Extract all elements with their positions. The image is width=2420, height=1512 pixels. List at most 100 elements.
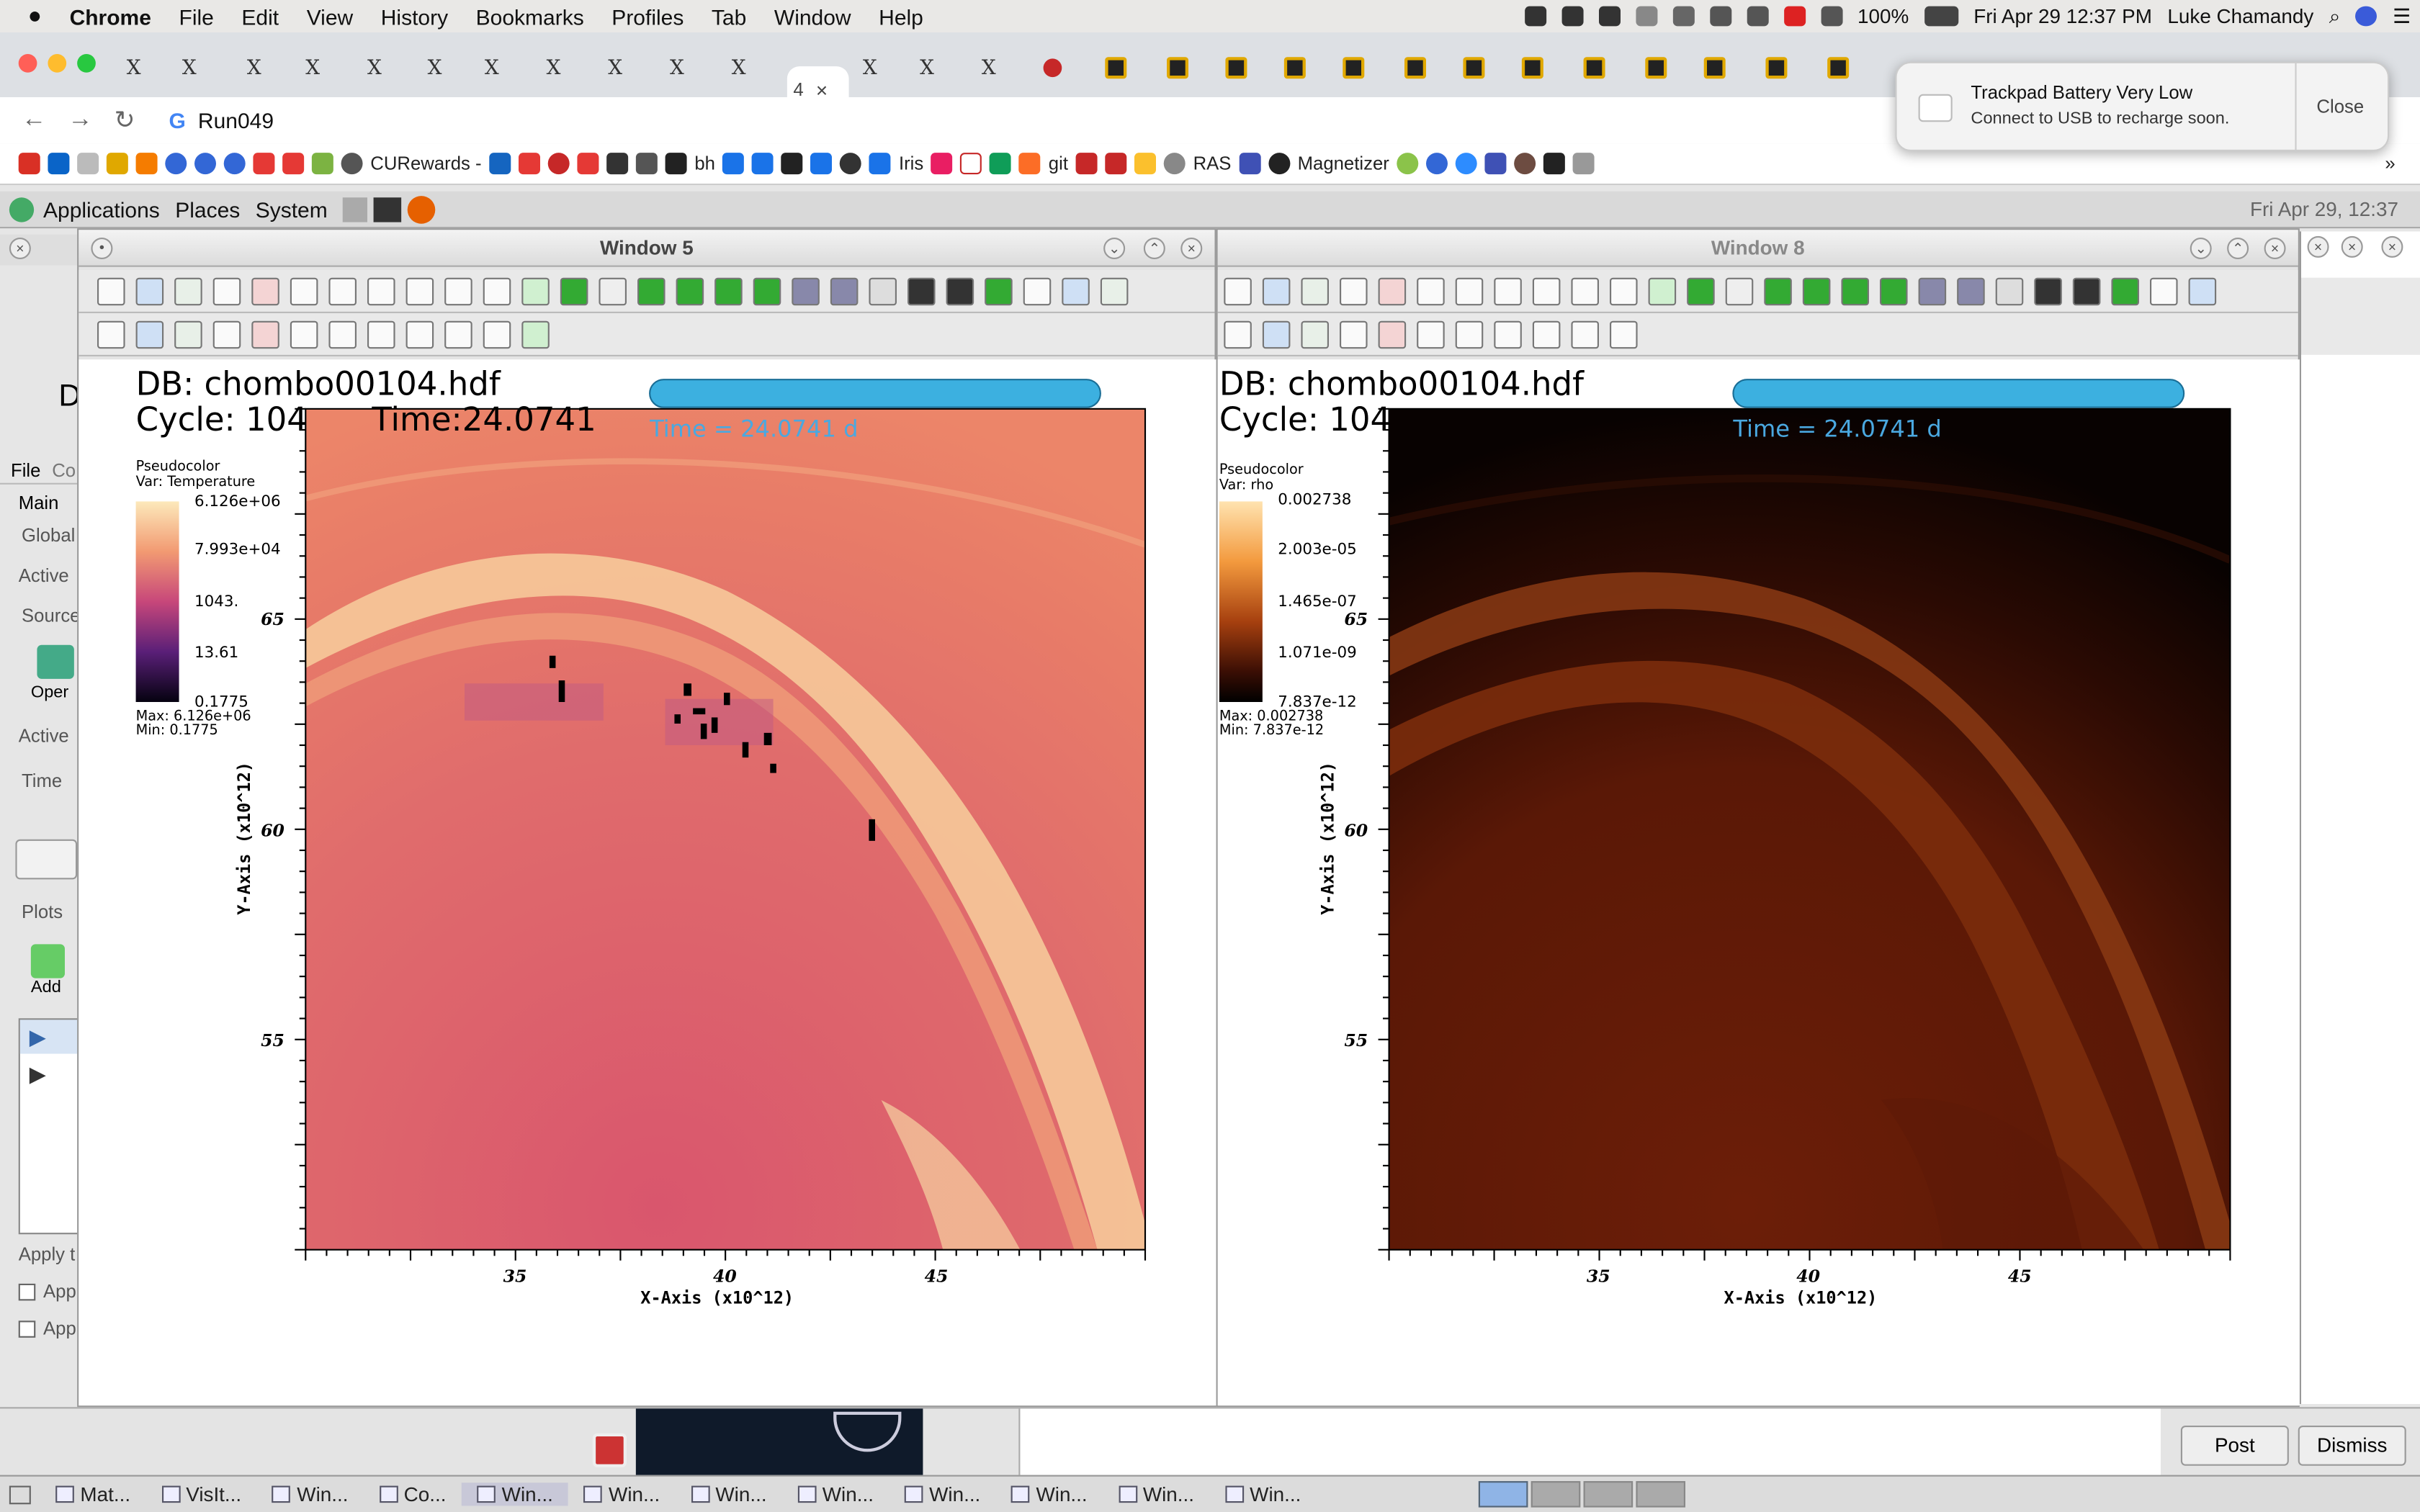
- wifi-icon[interactable]: [1746, 6, 1768, 27]
- toolbar-button-icon[interactable]: [251, 320, 279, 349]
- toolbar-button-icon[interactable]: [1648, 277, 1677, 306]
- bookmark-icon[interactable]: [810, 153, 833, 175]
- taskbar-item[interactable]: Co...: [364, 1482, 462, 1506]
- toolbar-button-icon[interactable]: [985, 277, 1013, 306]
- bookmark-ras[interactable]: RAS: [1193, 153, 1232, 174]
- browser-tab[interactable]: [1037, 51, 1062, 85]
- browser-tab[interactable]: X: [120, 51, 141, 85]
- bookmark-icon[interactable]: [194, 153, 216, 175]
- browser-tab[interactable]: X: [300, 51, 320, 85]
- bookmark-iris[interactable]: Iris: [899, 153, 923, 174]
- bookmark-icon[interactable]: [722, 153, 745, 175]
- browser-tab[interactable]: [1760, 51, 1788, 85]
- control-center-icon[interactable]: ☰: [2393, 4, 2411, 28]
- spotlight-icon[interactable]: ⌕: [2329, 4, 2341, 28]
- toolbar-button-icon[interactable]: [290, 277, 318, 306]
- bookmark-icon[interactable]: [165, 153, 187, 175]
- window-8-plot[interactable]: DB: chombo00104.hdf Cycle: 104 Time = 24…: [1218, 359, 2300, 1405]
- browser-tab[interactable]: [1099, 51, 1127, 85]
- toolbar-button-icon[interactable]: [444, 320, 472, 349]
- close-window-button[interactable]: [18, 54, 37, 73]
- toolbar-button-icon[interactable]: [2111, 277, 2139, 306]
- bookmark-icon[interactable]: [1543, 153, 1566, 175]
- toolbar-button-icon[interactable]: [753, 277, 781, 306]
- bookmark-curewards[interactable]: CURewards -: [370, 153, 481, 174]
- apply-checkbox[interactable]: [18, 1283, 36, 1301]
- bookmark-icon[interactable]: [781, 153, 804, 175]
- cloud-sync-icon[interactable]: [1635, 6, 1657, 27]
- toolbar-button-icon[interactable]: [1610, 320, 1638, 349]
- browser-tab[interactable]: X: [602, 51, 622, 85]
- toolbar-button-icon[interactable]: [1340, 320, 1368, 349]
- toolbar-button-icon[interactable]: [1841, 277, 1869, 306]
- taskbar-item[interactable]: Win...: [1209, 1482, 1316, 1506]
- toolbar-button-icon[interactable]: [328, 320, 357, 349]
- omnibox[interactable]: Run049: [198, 108, 274, 132]
- curewards-icon[interactable]: [341, 153, 363, 175]
- github-icon[interactable]: [1268, 153, 1290, 175]
- more-bookmarks-chevron-icon[interactable]: »: [2385, 153, 2395, 174]
- toolbar-button-icon[interactable]: [1062, 277, 1090, 306]
- toolbar-button-icon[interactable]: [1301, 320, 1329, 349]
- ras-icon[interactable]: [1163, 153, 1186, 175]
- toolbar-button-icon[interactable]: [908, 277, 936, 306]
- menubar-clock[interactable]: Fri Apr 29 12:37 PM: [1973, 4, 2152, 27]
- gmail-icon[interactable]: [18, 153, 40, 175]
- toolbar-button-icon[interactable]: [212, 320, 241, 349]
- toolbar-button-icon[interactable]: [1918, 277, 1947, 306]
- dismiss-button[interactable]: Dismiss: [2298, 1425, 2406, 1466]
- toolbar-button-icon[interactable]: [521, 277, 550, 306]
- toolbar-button-icon[interactable]: [1802, 277, 1831, 306]
- bookmark-bh[interactable]: bh: [694, 153, 715, 174]
- toolbar-button-icon[interactable]: [1571, 320, 1599, 349]
- menu-file[interactable]: File: [165, 4, 228, 28]
- toolbar-button-icon[interactable]: [714, 277, 743, 306]
- toolbar-button-icon[interactable]: [869, 277, 897, 306]
- window-5-titlebar[interactable]: Window 5: [79, 230, 1215, 267]
- volume-icon[interactable]: [1820, 6, 1842, 27]
- toolbar-button-icon[interactable]: [483, 320, 511, 349]
- toolbar-button-icon[interactable]: [405, 277, 434, 306]
- menu-profiles[interactable]: Profiles: [598, 4, 698, 28]
- toolbar-button-icon[interactable]: [367, 277, 395, 306]
- bookmark-icon[interactable]: [135, 153, 158, 175]
- bookmark-icon[interactable]: [106, 153, 128, 175]
- chevron-up-icon[interactable]: ⌃: [2227, 238, 2249, 259]
- battery-percent[interactable]: 100%: [1857, 4, 1909, 27]
- bookmark-icon[interactable]: [1426, 153, 1448, 175]
- bookmark-icon[interactable]: [752, 153, 774, 175]
- bg-window-close-icon[interactable]: ×: [2307, 235, 2329, 258]
- toolbar-button-icon[interactable]: [1262, 320, 1291, 349]
- toolbar-button-icon[interactable]: [1494, 320, 1522, 349]
- time-back-button[interactable]: [15, 839, 78, 880]
- visit-gui-open-button[interactable]: Oper: [31, 683, 68, 702]
- toolbar-button-icon[interactable]: [1610, 277, 1638, 306]
- browser-tab[interactable]: [1278, 51, 1306, 85]
- gnome-foot-icon[interactable]: [9, 197, 35, 222]
- toolbar-button-icon[interactable]: [2150, 277, 2178, 306]
- browser-tab[interactable]: [1515, 51, 1543, 85]
- window-5-plot[interactable]: DB: chombo00104.hdf Cycle: 104 Time:24.0…: [79, 359, 1216, 1405]
- x11-icon[interactable]: [77, 153, 99, 175]
- toolbar-button-icon[interactable]: [444, 277, 472, 306]
- taskbar-item[interactable]: Win...: [568, 1482, 675, 1506]
- menu-view[interactable]: View: [292, 4, 367, 28]
- workspace-1[interactable]: [1478, 1481, 1528, 1508]
- toolbar-button-icon[interactable]: [1455, 277, 1484, 306]
- toolbar-button-icon[interactable]: [1262, 277, 1291, 306]
- bookmark-magnetizer[interactable]: Magnetizer: [1298, 153, 1389, 174]
- toolbar-button-icon[interactable]: [1224, 320, 1252, 349]
- toolbar-button-icon[interactable]: [2072, 277, 2101, 306]
- toolbar-button-icon[interactable]: [1301, 277, 1329, 306]
- taskbar-item[interactable]: Win...: [676, 1482, 782, 1506]
- window-8-vis-area[interactable]: DB: chombo00104.hdf Cycle: 104 Time = 24…: [1217, 359, 2300, 1406]
- toolbar-button-icon[interactable]: [1455, 320, 1484, 349]
- iris-icon[interactable]: [869, 153, 892, 175]
- back-arrow-icon[interactable]: ←: [22, 107, 46, 135]
- toolbar-button-icon[interactable]: [1571, 277, 1599, 306]
- close-icon[interactable]: ×: [2264, 238, 2286, 259]
- toolbar-button-icon[interactable]: [1340, 277, 1368, 306]
- bookmark-icon[interactable]: [519, 153, 541, 175]
- post-button[interactable]: Post: [2180, 1425, 2289, 1466]
- browser-tab[interactable]: X: [540, 51, 561, 85]
